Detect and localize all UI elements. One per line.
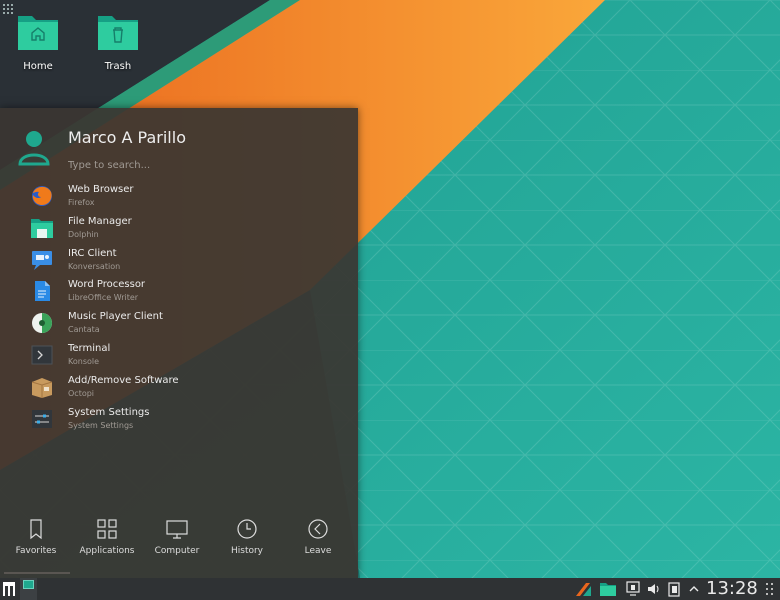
dolphin-icon: [31, 218, 53, 238]
favorite-name: Music Player Client: [68, 311, 163, 323]
user-name: Marco A Parillo: [68, 128, 186, 147]
bookmark-icon: [30, 519, 42, 540]
panel-toolbox-icon[interactable]: [764, 581, 776, 597]
grid-icon: [97, 519, 117, 539]
favorite-name: Terminal: [68, 342, 111, 354]
home-folder-icon: [18, 16, 58, 50]
favorite-app: Konversation: [68, 261, 121, 271]
back-arrow-icon: [308, 519, 328, 539]
chevron-up-icon[interactable]: [686, 581, 702, 597]
tab-favorites[interactable]: Favorites: [1, 516, 71, 576]
favorite-irc-client[interactable]: IRC Client Konversation: [0, 244, 358, 276]
favorite-name: Word Processor: [68, 279, 146, 291]
desktop-icon-home[interactable]: Home: [8, 12, 68, 72]
desktop-icon-trash[interactable]: Trash: [88, 12, 148, 72]
desktop-icon-label: Trash: [104, 61, 132, 72]
writer-icon: [35, 281, 50, 302]
favorite-app: Octopi: [68, 388, 95, 398]
favorite-app: LibreOffice Writer: [68, 293, 139, 303]
trash-folder-icon: [98, 16, 138, 50]
settings-icon: [32, 409, 52, 428]
taskbar-panel: 13:28: [0, 578, 780, 600]
favorite-music-player-client[interactable]: Music Player Client Cantata: [0, 307, 358, 339]
favorite-system-settings[interactable]: System Settings System Settings: [0, 403, 358, 435]
octopi-icon: [31, 377, 53, 398]
virtual-desktop-pager[interactable]: [20, 578, 37, 600]
konversation-icon: [32, 250, 52, 270]
tab-applications[interactable]: Applications: [72, 516, 142, 576]
tab-label: Leave: [304, 546, 332, 556]
active-tab-indicator: [4, 572, 70, 574]
favorite-web-browser[interactable]: Web Browser Firefox: [0, 180, 358, 212]
tab-label: History: [230, 546, 264, 556]
favorite-app: Cantata: [68, 325, 100, 335]
cantata-icon: [32, 313, 52, 334]
digital-clock[interactable]: 13:28: [706, 578, 758, 600]
clipboard-icon[interactable]: [666, 581, 682, 597]
application-launcher: Marco A Parillo Web Browser Firefox File…: [0, 108, 358, 578]
pager-desktop-1[interactable]: [23, 580, 34, 589]
firefox-icon: [32, 186, 52, 206]
tab-label: Computer: [154, 546, 200, 556]
favorite-app: Firefox: [68, 198, 95, 207]
tab-leave[interactable]: Leave: [283, 516, 353, 576]
konsole-icon: [31, 345, 53, 365]
manjaro-launcher-icon[interactable]: [3, 582, 15, 596]
favorites-list: Web Browser Firefox File Manager Dolphin…: [0, 180, 358, 434]
favorite-app: System Settings: [68, 420, 134, 430]
tab-label: Favorites: [15, 546, 57, 556]
volume-icon[interactable]: [646, 581, 662, 597]
desktop-icon-label: Home: [23, 61, 53, 72]
favorite-name: System Settings: [68, 406, 150, 418]
tab-history[interactable]: History: [212, 516, 282, 576]
favorite-name: IRC Client: [68, 247, 117, 259]
favorite-name: File Manager: [68, 215, 132, 227]
favorite-name: Add/Remove Software: [68, 374, 179, 386]
tab-label: Applications: [79, 546, 135, 556]
network-icon[interactable]: [626, 581, 642, 597]
clock-icon: [237, 519, 257, 539]
favorite-app: Konsole: [68, 356, 100, 366]
user-avatar-icon: [18, 131, 50, 166]
search-input[interactable]: [68, 156, 338, 174]
favorite-name: Web Browser: [68, 184, 134, 195]
dolphin-task-icon[interactable]: [600, 581, 616, 597]
favorite-add-remove-software[interactable]: Add/Remove Software Octopi: [0, 371, 358, 403]
favorite-file-manager[interactable]: File Manager Dolphin: [0, 212, 358, 244]
monitor-icon: [166, 520, 188, 539]
tab-computer[interactable]: Computer: [142, 516, 212, 576]
favorite-terminal[interactable]: Terminal Konsole: [0, 339, 358, 371]
favorite-word-processor[interactable]: Word Processor LibreOffice Writer: [0, 275, 358, 307]
manjaro-settings-icon[interactable]: [576, 581, 592, 597]
launcher-tab-bar: Favorites Applications Computer History …: [0, 516, 358, 576]
favorite-app: Dolphin: [68, 229, 99, 239]
